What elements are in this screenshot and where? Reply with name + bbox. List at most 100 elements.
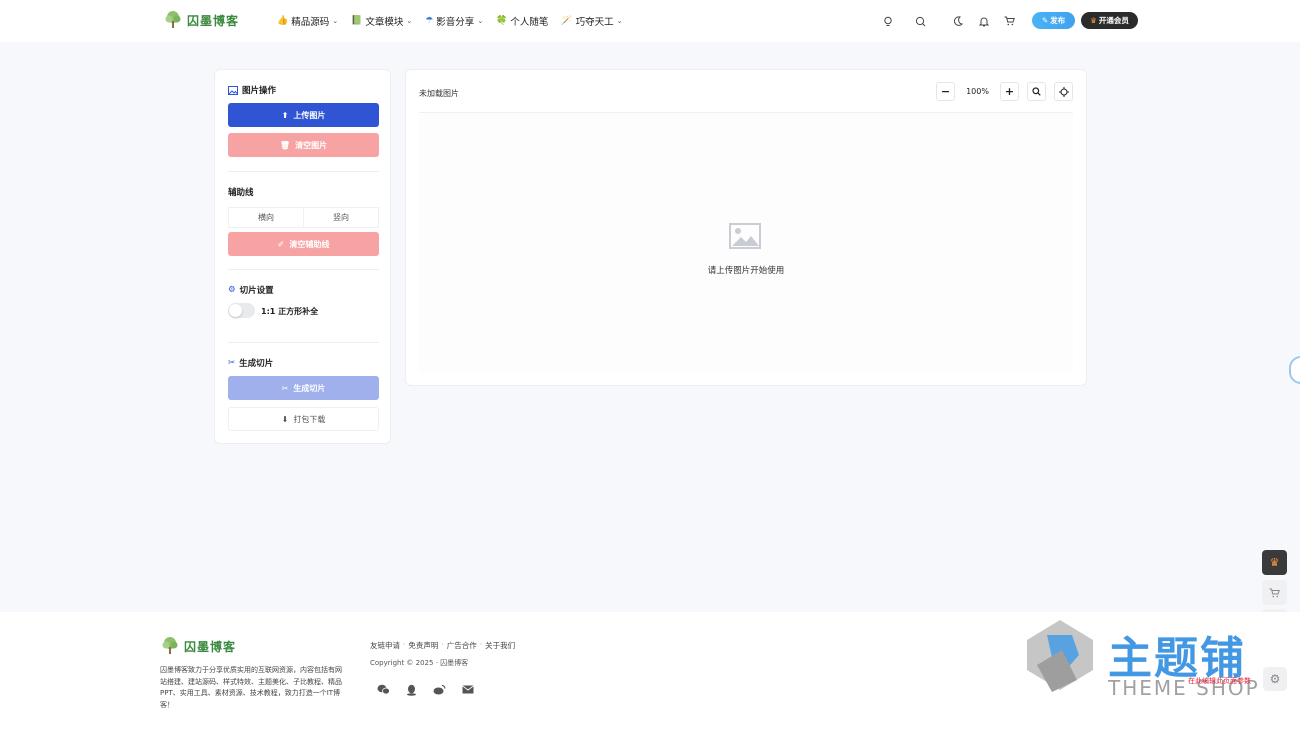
crown-icon: ♛	[1269, 556, 1280, 569]
vip-label: 开通会员	[1098, 16, 1129, 25]
nav-item-label: 精品源码	[291, 17, 330, 28]
zoom-toolbar: − 100% +	[936, 82, 1073, 101]
upload-image-button[interactable]: ⬆ 上传图片	[228, 103, 379, 127]
cart-icon[interactable]	[1001, 13, 1017, 29]
image-status: 未加载图片	[419, 89, 459, 98]
vip-float-button[interactable]: ♛	[1262, 550, 1287, 575]
open-vip-button[interactable]: ♛ 开通会员	[1081, 12, 1138, 29]
upload-hint: 请上传图片开始使用	[707, 266, 785, 276]
nav-item-articles[interactable]: 📗 文章模块 ⌄	[351, 14, 412, 28]
footer-links: 友链申请 · 免责声明 · 广告合作 · 关于我们	[370, 640, 518, 651]
footer-link-friend[interactable]: 友链申请	[370, 640, 400, 651]
main-nav: 👍 精品源码 ⌄ 📗 文章模块 ⌄ ☂ 影音分享 ⌄ 🍀 个人随笔 🪄 巧夺天工…	[277, 14, 636, 28]
image-workspace: 未加载图片 − 100% + 请上传图片开始使用	[405, 69, 1087, 386]
search-icon[interactable]	[912, 13, 928, 29]
lightbulb-icon[interactable]	[880, 13, 896, 29]
search-icon	[1032, 87, 1041, 96]
footer-logo[interactable]: 囚墨博客	[160, 636, 236, 656]
publish-label: 发布	[1050, 16, 1066, 25]
magic-wand-icon: 🪄	[561, 16, 573, 26]
separator: ·	[479, 640, 483, 649]
crosshair-icon	[1058, 86, 1069, 97]
footer-description: 囚墨博客致力于分享优质实用的互联网资源，内容包括有网站搭建、建站源码、样式特效、…	[160, 666, 342, 709]
slice-settings-text: 切片设置	[239, 286, 274, 296]
divider	[228, 342, 379, 343]
gear-icon: ⚙	[228, 285, 236, 295]
zoom-level: 100%	[966, 87, 989, 96]
image-ops-title: 图片操作	[228, 84, 276, 96]
separator: ·	[441, 640, 444, 649]
image-ops-title-text: 图片操作	[242, 86, 277, 96]
side-helper-button[interactable]	[1289, 356, 1300, 384]
footer-link-about[interactable]: 关于我们	[485, 640, 515, 651]
guide-horizontal-button[interactable]: 横向	[229, 208, 303, 227]
tree-logo-icon	[165, 11, 181, 28]
zoom-in-button[interactable]: +	[1000, 82, 1019, 101]
top-header: 囚墨博客 👍 精品源码 ⌄ 📗 文章模块 ⌄ ☂ 影音分享 ⌄ 🍀 个人随笔 🪄…	[0, 0, 1300, 42]
slice-settings-title: ⚙ 切片设置	[228, 284, 274, 296]
moon-icon[interactable]	[950, 13, 966, 29]
zoom-search-button[interactable]	[1027, 82, 1046, 101]
site-logo[interactable]: 囚墨博客	[163, 10, 239, 30]
qq-icon[interactable]	[404, 682, 419, 697]
clear-guides-label: 清空辅助线	[289, 239, 330, 249]
footer-link-disclaimer[interactable]: 免责声明	[408, 640, 438, 651]
theme-shop-watermark-logo	[1027, 620, 1093, 692]
nav-item-media[interactable]: ☂ 影音分享 ⌄	[425, 14, 483, 28]
generate-slices-button[interactable]: ✂ 生成切片	[228, 376, 379, 400]
thumbs-up-icon: 👍	[277, 16, 289, 26]
settings-float-button[interactable]: ⚙	[1263, 667, 1287, 691]
image-placeholder-icon	[729, 223, 761, 249]
footer-link-ads[interactable]: 广告合作	[447, 640, 477, 651]
tree-logo-icon	[162, 637, 178, 654]
copyright: Copyright © 2025 · 囚墨博客	[370, 659, 469, 667]
divider	[228, 269, 379, 270]
chevron-down-icon: ⌄	[477, 17, 484, 25]
zoom-out-button[interactable]: −	[936, 82, 955, 101]
clover-icon: 🍀	[496, 16, 508, 26]
square-fill-toggle[interactable]	[228, 303, 255, 318]
scissors-icon: ✂	[228, 358, 236, 368]
clear-label: 清空图片	[295, 140, 328, 150]
cart-float-button[interactable]	[1262, 580, 1287, 605]
book-icon: 📗	[351, 16, 363, 26]
clear-image-button[interactable]: 🗑 清空图片	[228, 133, 379, 157]
guide-vertical-button[interactable]: 竖向	[303, 208, 378, 227]
download-zip-button[interactable]: ⬇ 打包下载	[228, 407, 379, 431]
upload-label: 上传图片	[293, 110, 326, 120]
guides-title: 辅助线	[228, 186, 254, 198]
chevron-down-icon: ⌄	[332, 17, 339, 25]
nav-item-crafts[interactable]: 🪄 巧夺天工 ⌄	[561, 14, 622, 28]
wechat-icon[interactable]	[376, 682, 391, 697]
tools-panel: 图片操作 ⬆ 上传图片 🗑 清空图片 辅助线 横向 竖向 ✐ 清空辅助线 ⚙ 切…	[214, 69, 391, 444]
footer-logo-text: 囚墨博客	[184, 639, 237, 654]
edit-page-params-link[interactable]: 在此编辑此页面参数	[1188, 676, 1251, 686]
divider	[228, 171, 379, 172]
scissors-icon: ✂	[281, 383, 289, 393]
upload-icon: ⬆	[281, 110, 289, 120]
nav-item-label: 影音分享	[436, 17, 475, 28]
gear-icon: ⚙	[1269, 672, 1281, 686]
guides-title-text: 辅助线	[228, 188, 254, 198]
reset-view-button[interactable]	[1054, 82, 1073, 101]
nav-item-source[interactable]: 👍 精品源码 ⌄	[277, 14, 338, 28]
pencil-icon: ✎	[1041, 16, 1049, 25]
download-label: 打包下载	[293, 414, 326, 424]
clear-guides-button[interactable]: ✐ 清空辅助线	[228, 232, 379, 256]
download-icon: ⬇	[281, 414, 289, 424]
nav-item-label: 巧夺天工	[575, 17, 614, 28]
nav-item-essays[interactable]: 🍀 个人随笔	[496, 14, 548, 28]
crown-icon: ♛	[1090, 16, 1097, 25]
publish-button[interactable]: ✎ 发布	[1032, 12, 1075, 29]
cart-icon	[1269, 588, 1280, 597]
mail-icon[interactable]	[460, 682, 475, 697]
bell-icon[interactable]	[976, 13, 992, 29]
generate-title: ✂ 生成切片	[228, 357, 273, 369]
site-logo-text: 囚墨博客	[187, 13, 240, 28]
generate-label: 生成切片	[293, 383, 326, 393]
nav-item-label: 文章模块	[365, 17, 404, 28]
nav-item-label: 个人随笔	[510, 17, 549, 28]
social-links	[376, 682, 475, 697]
chevron-down-icon: ⌄	[406, 17, 413, 25]
weibo-icon[interactable]	[432, 682, 447, 697]
